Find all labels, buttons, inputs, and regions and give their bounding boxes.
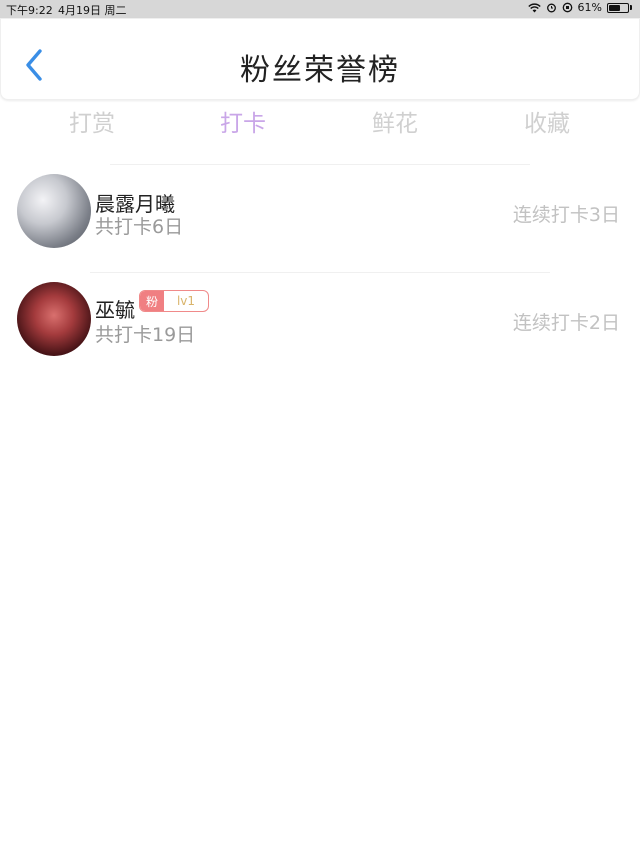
fan-badge-tag: 粉 — [140, 291, 164, 311]
tab-bar: 打赏 打卡 鲜花 收藏 — [0, 104, 640, 144]
status-date: 4月19日 周二 — [58, 4, 127, 17]
avatar — [17, 282, 91, 356]
status-time: 下午9:22 — [6, 4, 53, 17]
battery-icon — [607, 2, 629, 13]
orientation-lock-icon — [562, 2, 572, 13]
header: 粉丝荣誉榜 — [0, 18, 640, 100]
list-item[interactable]: 晨露月曦 共打卡6日 连续打卡3日 — [0, 170, 640, 260]
divider — [90, 272, 550, 273]
wifi-icon — [527, 2, 541, 12]
status-right: 61% — [527, 1, 632, 14]
tab-favorites[interactable]: 收藏 — [487, 104, 607, 138]
fan-badge-level: lv1 — [176, 294, 196, 308]
checkin-streak: 连续打卡2日 — [512, 312, 620, 334]
fan-level-badge: 粉 lv1 — [139, 290, 209, 312]
page-title: 粉丝荣誉榜 — [240, 53, 400, 88]
checkin-streak: 连续打卡3日 — [512, 204, 620, 226]
list-item[interactable]: 巫毓 粉 lv1 共打卡19日 连续打卡2日 — [0, 278, 640, 368]
tab-flowers[interactable]: 鲜花 — [335, 104, 455, 138]
alarm-icon — [546, 3, 556, 13]
tab-reward[interactable]: 打赏 — [32, 104, 152, 138]
page: 下午9:22 4月19日 周二 61% 粉丝荣誉榜 打赏 打卡 鲜花 收藏 晨露… — [0, 0, 640, 853]
status-bar: 下午9:22 4月19日 周二 61% — [0, 0, 640, 18]
divider — [110, 164, 530, 165]
total-checkin-days: 共打卡19日 — [95, 324, 196, 346]
battery-tip — [630, 5, 632, 10]
username: 巫毓 — [95, 298, 135, 322]
avatar — [17, 174, 91, 248]
tab-checkin[interactable]: 打卡 — [183, 104, 303, 138]
battery-percent: 61% — [577, 1, 602, 14]
total-checkin-days: 共打卡6日 — [95, 216, 184, 238]
battery-fill — [609, 4, 620, 11]
